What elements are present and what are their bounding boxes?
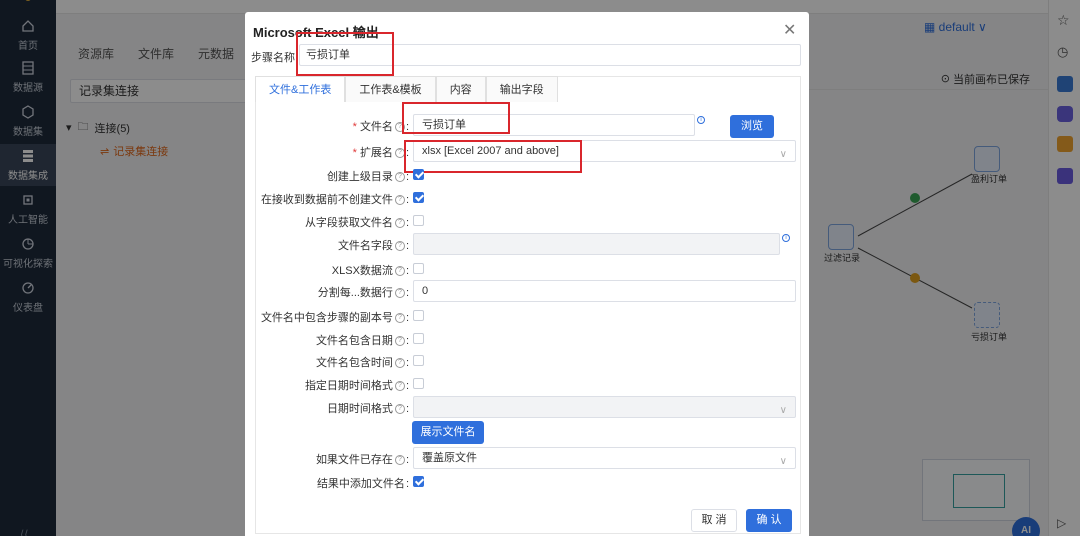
include-time-label: 文件名包含时间?: xyxy=(315,357,409,369)
help-icon[interactable]: ? xyxy=(394,195,405,206)
info-icon[interactable]: i xyxy=(697,116,705,124)
include-time-checkbox[interactable] xyxy=(413,355,424,366)
add-to-result-checkbox[interactable] xyxy=(413,476,424,487)
split-input[interactable]: 0 xyxy=(413,280,796,302)
include-step-checkbox[interactable] xyxy=(413,310,424,321)
chevron-down-icon: ∨ xyxy=(779,405,787,416)
no-create-checkbox[interactable] xyxy=(413,192,424,203)
row-no-create: 在接收到数据前不创建文件?: xyxy=(245,187,809,209)
datetime-format-label: 日期时间格式?: xyxy=(326,403,409,415)
if-exists-select[interactable]: 覆盖原文件 ∨ xyxy=(413,447,796,469)
row-datetime-format: 日期时间格式?: ∨ xyxy=(245,396,809,418)
create-parent-label: 创建上级目录?: xyxy=(326,171,409,183)
help-icon[interactable]: ? xyxy=(394,313,405,324)
chevron-down-icon: ∨ xyxy=(779,149,787,160)
row-filename-field: 文件名字段?: i xyxy=(245,233,809,255)
show-filename-button[interactable]: 展示文件名 xyxy=(412,421,484,444)
highlight-box-step xyxy=(296,32,394,76)
help-icon[interactable]: ? xyxy=(394,218,405,229)
help-icon[interactable]: ? xyxy=(394,266,405,277)
xlsx-stream-checkbox[interactable] xyxy=(413,263,424,274)
cancel-button[interactable]: 取 消 xyxy=(691,509,737,532)
add-to-result-label: 结果中添加文件名: xyxy=(316,478,409,490)
filename-label: * 文件名?: xyxy=(352,121,409,133)
info-icon[interactable]: i xyxy=(782,234,790,242)
chevron-down-icon: ∨ xyxy=(779,456,787,467)
create-parent-checkbox[interactable] xyxy=(413,169,424,180)
row-include-step: 文件名中包含步骤的副本号?: xyxy=(245,305,809,327)
tab-sheet-template[interactable]: 工作表&模板 xyxy=(345,76,436,102)
ext-label: * 扩展名?: xyxy=(352,147,409,159)
xlsx-stream-label: XLSX数据流?: xyxy=(331,265,409,277)
browse-button[interactable]: 浏览 xyxy=(730,115,774,138)
help-icon[interactable]: ? xyxy=(394,288,405,299)
from-field-checkbox[interactable] xyxy=(413,215,424,226)
row-specify-format: 指定日期时间格式?: xyxy=(245,373,809,395)
no-create-label: 在接收到数据前不创建文件?: xyxy=(260,194,409,206)
step-name-label: 步骤名称: xyxy=(251,52,299,64)
specify-format-checkbox[interactable] xyxy=(413,378,424,389)
ok-button[interactable]: 确 认 xyxy=(746,509,792,532)
include-step-label: 文件名中包含步骤的副本号?: xyxy=(260,312,409,324)
tab-file-sheet[interactable]: 文件&工作表 xyxy=(255,76,346,102)
help-icon[interactable]: ? xyxy=(394,241,405,252)
include-date-checkbox[interactable] xyxy=(413,333,424,344)
row-filename: * 文件名?: 亏损订单 i 浏览 xyxy=(245,114,809,138)
row-if-exists: 如果文件已存在?: 覆盖原文件 ∨ xyxy=(245,447,809,469)
excel-output-dialog: Microsoft Excel 输出 ✕ 步骤名称: 亏损订单 文件&工作表 工… xyxy=(245,12,809,536)
tab-content[interactable]: 内容 xyxy=(435,76,486,102)
specify-format-label: 指定日期时间格式?: xyxy=(304,380,409,392)
split-label: 分割每...数据行?: xyxy=(317,287,409,299)
from-field-label: 从字段获取文件名?: xyxy=(304,217,409,229)
row-split: 分割每...数据行?: 0 xyxy=(245,280,809,302)
help-icon[interactable]: ? xyxy=(394,336,405,347)
row-from-field: 从字段获取文件名?: xyxy=(245,210,809,232)
if-exists-label: 如果文件已存在?: xyxy=(315,454,409,466)
close-icon[interactable]: ✕ xyxy=(783,20,796,40)
if-exists-value: 覆盖原文件 xyxy=(422,452,477,464)
datetime-format-select: ∨ xyxy=(413,396,796,418)
filename-field-label: 文件名字段?: xyxy=(337,240,409,252)
help-icon[interactable]: ? xyxy=(394,404,405,415)
highlight-box-filename xyxy=(402,102,510,134)
row-create-parent: 创建上级目录?: xyxy=(245,164,809,186)
help-icon[interactable]: ? xyxy=(394,455,405,466)
include-date-label: 文件名包含日期?: xyxy=(315,335,409,347)
dialog-tabs: 文件&工作表 工作表&模板 内容 输出字段 xyxy=(255,76,558,102)
row-include-time: 文件名包含时间?: xyxy=(245,350,809,372)
help-icon[interactable]: ? xyxy=(394,172,405,183)
help-icon[interactable]: ? xyxy=(394,381,405,392)
tab-output-fields[interactable]: 输出字段 xyxy=(485,76,558,102)
row-xlsx-stream: XLSX数据流?: xyxy=(245,258,809,280)
row-include-date: 文件名包含日期?: xyxy=(245,328,809,350)
filename-field-select xyxy=(413,233,780,255)
help-icon[interactable]: ? xyxy=(394,358,405,369)
row-add-to-result: 结果中添加文件名: xyxy=(245,471,809,493)
